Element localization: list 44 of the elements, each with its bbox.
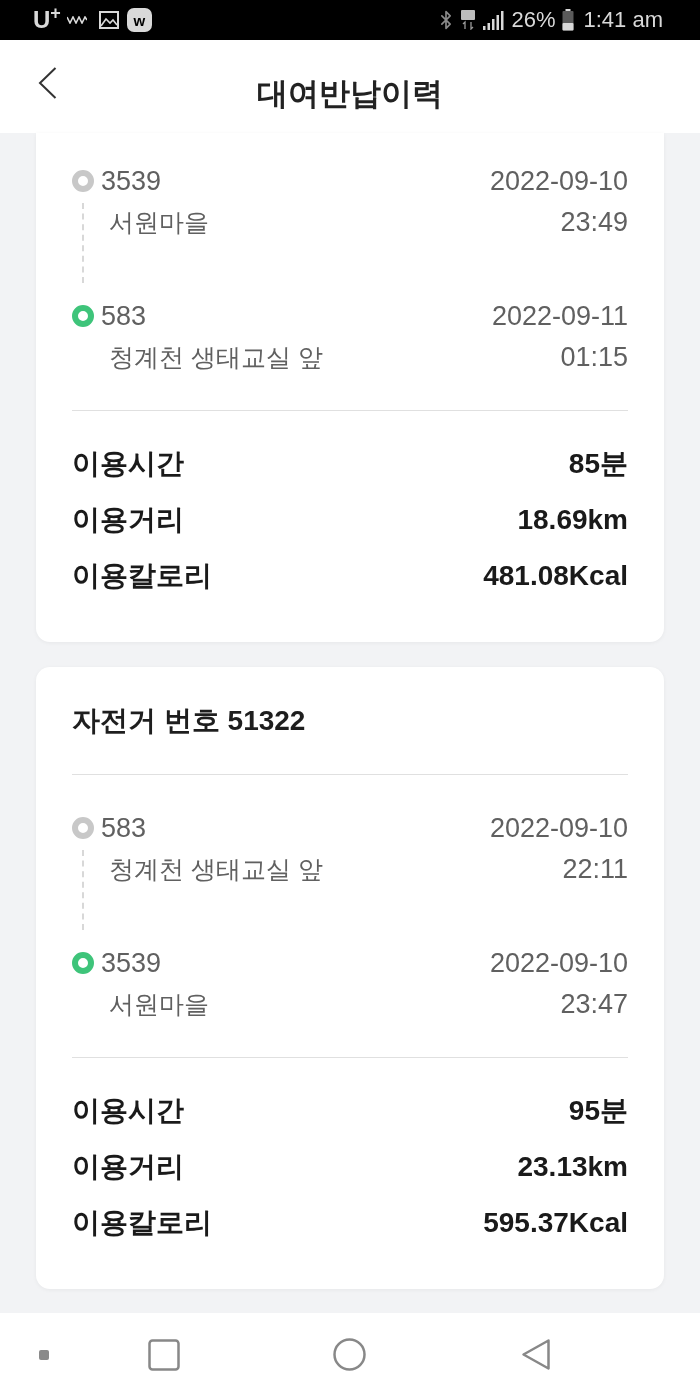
image-icon [98,11,119,29]
stat-value: 23.13km [517,1150,628,1184]
stat-value: 595.37Kcal [483,1206,628,1240]
station-number: 583 [101,812,147,845]
stat-value: 18.69km [517,503,628,537]
circle-icon [332,1338,366,1371]
station-number: 3539 [101,165,162,198]
signal-waves-icon [66,16,87,24]
stat-value: 85분 [568,447,628,481]
rental-date: 2022-09-11 [491,300,628,333]
stat-value: 481.08Kcal [483,559,628,593]
rental-date: 2022-09-10 [489,812,628,845]
rental-date: 2022-09-10 [489,947,628,980]
signal-bars-icon [483,10,506,30]
station-number: 3539 [101,947,162,980]
rental-time: 22:11 [562,853,628,886]
small-square-icon[interactable] [39,1349,49,1360]
station-name: 청계천 생태교실 앞 [108,342,323,373]
stat-label: 이용시간 [72,1094,184,1128]
station-name: 청계천 생태교실 앞 [108,854,323,885]
stat-value: 95분 [568,1094,628,1128]
app-badge: w [126,8,152,32]
stat-label: 이용칼로리 [72,559,212,593]
rental-time: 23:47 [560,988,628,1021]
carrier-logo: U$^{+}$ [33,8,61,32]
clock-time: 1:41 am [583,9,663,31]
stat-label: 이용거리 [72,1150,184,1184]
rental-time: 23:49 [560,206,628,239]
chevron-left-icon [38,66,57,99]
rental-date: 2022-09-10 [489,165,628,198]
stat-label: 이용시간 [72,447,184,481]
page-title: 대여반납이력 [257,74,443,113]
triangle-back-icon [521,1338,551,1371]
stat-label: 이용칼로리 [72,1206,212,1240]
mobile-data-icon [460,10,477,30]
battery-percent: 26% [511,9,556,31]
bike-number-title: 자전거 번호 51322 [72,704,307,738]
battery-icon [561,9,574,31]
stat-label: 이용거리 [72,503,184,537]
rental-time: 01:15 [560,341,628,374]
station-name: 서원마을 [108,989,209,1020]
station-number: 583 [101,300,147,333]
square-icon [148,1338,180,1371]
station-name: 서원마을 [108,207,209,238]
